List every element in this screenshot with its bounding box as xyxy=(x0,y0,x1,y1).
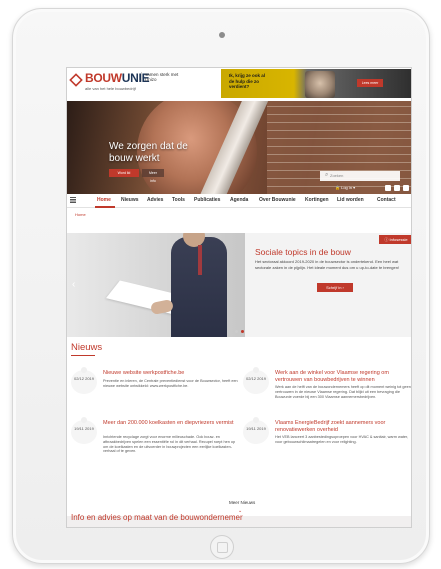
twitter-icon[interactable] xyxy=(403,185,409,191)
hero-title: We zorgen dat de bouw werkt xyxy=(109,141,188,164)
slider-tie xyxy=(198,245,202,275)
featured-slider: ‹ ⓘ Infosessie Sociale topics in de bouw… xyxy=(67,233,411,337)
news-body: Werk aan de helft van de bouwondernemers… xyxy=(275,385,411,399)
news-date: 19/11 2019 xyxy=(71,417,97,444)
news-item[interactable]: 02/12 2019 Werk aan de winkel voor Vlaam… xyxy=(243,367,411,416)
logo-tagline: alle van het hele bouwbedrijf xyxy=(85,86,136,91)
nav-item-lid-worden[interactable]: Lid worden xyxy=(337,197,364,203)
slider-dot-active[interactable] xyxy=(241,330,244,333)
ad-portrait xyxy=(305,71,335,98)
ad-cta-button[interactable]: Lees meer xyxy=(357,79,383,87)
news-date: 19/11 2019 xyxy=(243,417,269,444)
news-title[interactable]: Meer dan 200.000 koelkasten en diepvriez… xyxy=(103,420,239,427)
main-navigation: Home Nieuws Advies Tools Publicaties Age… xyxy=(67,194,411,208)
news-body: Preventie en inleren, de Centrale preven… xyxy=(103,379,238,388)
news-heading-underline xyxy=(71,355,95,356)
nav-active-indicator xyxy=(95,206,115,208)
nav-item-home[interactable]: Home xyxy=(97,197,111,203)
ad-text: Ik, krijg ze ook al de hulp die zo verdi… xyxy=(229,73,266,89)
website-screen: BOUWUNIE alle van het hele bouwbedrijf s… xyxy=(66,67,412,528)
news-date: 02/12 2019 xyxy=(71,367,97,394)
slider-dot[interactable] xyxy=(235,330,238,333)
slider-tag[interactable]: ⓘ Infosessie xyxy=(379,235,411,244)
nav-item-publicaties[interactable]: Publicaties xyxy=(194,197,220,203)
slider-title: Sociale topics in de bouw xyxy=(255,247,351,257)
slider-text: Het sectoraal akkoord 2019-2020 in de bo… xyxy=(255,259,400,270)
nav-item-agenda[interactable]: Agenda xyxy=(230,197,248,203)
nav-item-kortingen[interactable]: Kortingen xyxy=(305,197,329,203)
search-icon[interactable]: ⌕ xyxy=(325,172,328,179)
nav-item-tools[interactable]: Tools xyxy=(172,197,185,203)
login-link[interactable]: 🔒 Log in ▾ xyxy=(335,185,355,190)
news-item[interactable]: 19/11 2019 Vlaams EnergieBedrijf zoekt a… xyxy=(243,417,411,466)
news-item[interactable]: 19/11 2019 Meer dan 200.000 koelkasten e… xyxy=(71,417,239,466)
hero-banner: We zorgen dat de bouw werkt Word lid Mee… xyxy=(67,101,411,194)
slider-prev-arrow-icon[interactable]: ‹ xyxy=(72,279,75,290)
info-section-title: Info en advies op maat van de bouwondern… xyxy=(71,513,243,522)
news-date: 02/12 2019 xyxy=(243,367,269,394)
menu-grid-icon[interactable] xyxy=(70,197,76,203)
news-title[interactable]: Werk aan de winkel voor Vlaamse regering… xyxy=(275,370,411,383)
news-title[interactable]: Vlaams EnergieBedrijf zoekt aannemers vo… xyxy=(275,420,411,433)
word-lid-button[interactable]: Word lid xyxy=(109,169,139,177)
home-button-icon[interactable] xyxy=(210,535,234,559)
site-header: BOUWUNIE alle van het hele bouwbedrijf s… xyxy=(67,68,411,101)
news-heading: Nieuws xyxy=(71,342,103,353)
linkedin-icon[interactable] xyxy=(394,185,400,191)
nav-item-over-bouwunie[interactable]: Over Bouwunie xyxy=(259,197,296,203)
search-input[interactable]: Zoeken xyxy=(320,171,400,181)
facebook-icon[interactable] xyxy=(385,185,391,191)
meer-info-button[interactable]: Meer info xyxy=(142,169,164,183)
news-body: Het VEB lanceert 3 aanbestedingsoproepen… xyxy=(275,435,409,444)
header-slogan: samen sterk met Unizo xyxy=(141,72,181,83)
news-item[interactable]: 02/12 2019 Nieuwe website werkpostfiche.… xyxy=(71,367,239,416)
tablet-frame: BOUWUNIE alle van het hele bouwbedrijf s… xyxy=(12,8,430,564)
camera-icon xyxy=(219,32,225,38)
news-title[interactable]: Nieuwe website werkpostfiche.be xyxy=(103,370,239,377)
nav-item-advies[interactable]: Advies xyxy=(147,197,163,203)
breadcrumb[interactable]: Home xyxy=(75,212,86,217)
cube-logo-icon xyxy=(69,73,83,87)
ad-banner[interactable]: Ik, krijg ze ook al de hulp die zo verdi… xyxy=(221,69,411,98)
site-logo[interactable]: BOUWUNIE xyxy=(85,72,150,84)
more-news-link[interactable]: Meer Nieuws xyxy=(229,500,255,505)
search-placeholder: Zoeken xyxy=(330,173,344,178)
nav-item-nieuws[interactable]: Nieuws xyxy=(121,197,139,203)
nav-item-contact[interactable]: Contact xyxy=(377,197,396,203)
news-body: Inrichtende recyclage zorgt voor enorme … xyxy=(103,435,236,454)
schrijf-in-button[interactable]: Schrijf in › xyxy=(317,283,353,292)
